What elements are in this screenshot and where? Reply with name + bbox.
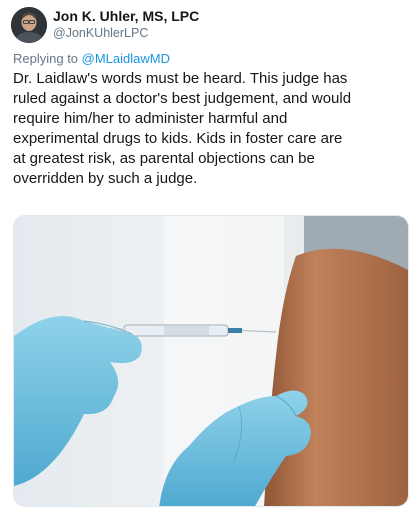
author-handle[interactable]: @JonKUhlerLPC (53, 26, 148, 40)
author-display-name[interactable]: Jon K. Uhler, MS, LPC (53, 8, 199, 24)
vaccination-photo (14, 216, 408, 506)
tweet-photo[interactable] (13, 215, 409, 507)
replying-to-label: Replying to (13, 51, 82, 66)
avatar[interactable] (11, 7, 47, 43)
tweet-text: Dr. Laidlaw's words must be heard. This … (13, 70, 352, 187)
tweet-card: Jon K. Uhler, MS, LPC @JonKUhlerLPC Repl… (0, 0, 420, 514)
reply-mention-link[interactable]: @MLaidlawMD (82, 51, 170, 66)
avatar-icon (11, 7, 47, 43)
replying-to-line: Replying to @MLaidlawMD (13, 51, 170, 66)
